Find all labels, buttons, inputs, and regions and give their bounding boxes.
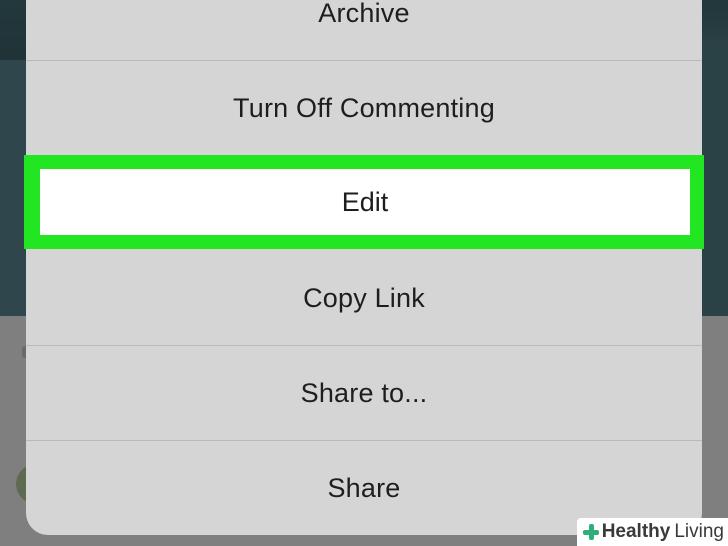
highlight-frame: Edit (24, 155, 704, 249)
menu-item-edit[interactable]: Edit (40, 169, 690, 235)
menu-item-share-to[interactable]: Share to... (26, 346, 702, 441)
watermark-brand-suffix: Living (674, 521, 724, 542)
menu-item-copy-link[interactable]: Copy Link (26, 251, 702, 346)
watermark-brand: Healthy (601, 521, 671, 542)
plus-logo-icon (582, 524, 599, 540)
menu-item-turn-off-commenting[interactable]: Turn Off Commenting (26, 61, 702, 156)
watermark: Healthy Living (576, 518, 728, 546)
action-sheet: Archive Turn Off Commenting Copy Link Sh… (26, 0, 702, 535)
menu-item-archive[interactable]: Archive (26, 0, 702, 61)
